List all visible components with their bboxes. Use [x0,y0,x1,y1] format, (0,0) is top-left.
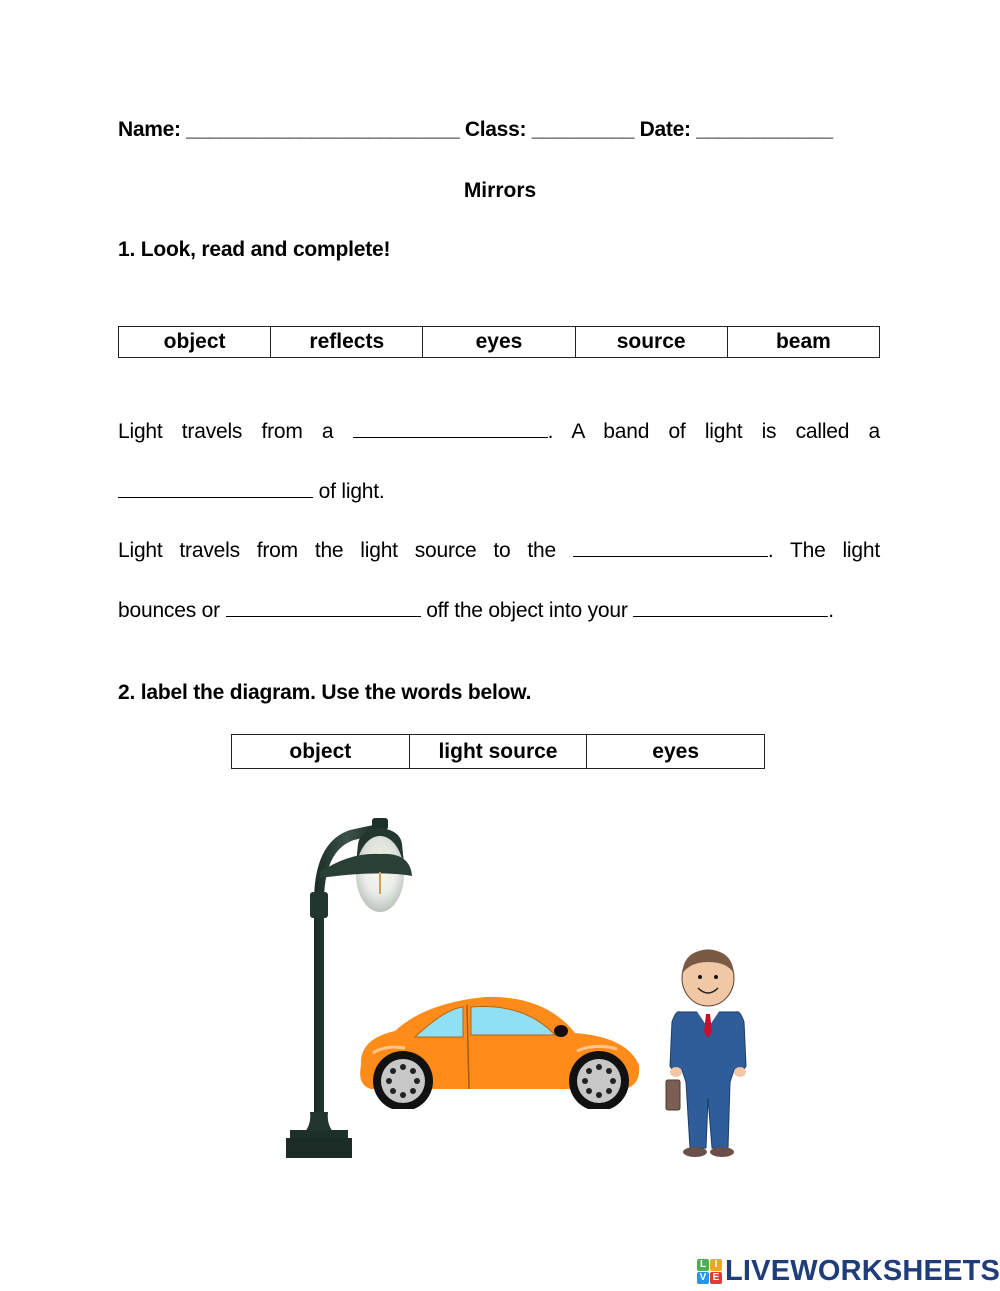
car-icon [360,996,640,1109]
class-field[interactable]: _________ [532,118,635,141]
student-info-line: Name: ________________________ Class: __… [118,118,833,142]
blank-answer-4[interactable] [225,598,421,617]
word-bank-item: object [117,326,272,358]
word-bank-item: beam [726,326,881,358]
logo-letter-e: E [710,1272,722,1284]
word-bank-item: source [574,326,728,358]
sentence-1-line-2: of light. [118,479,880,504]
blank-answer-5[interactable] [633,598,829,617]
section2-heading: 2. label the diagram. Use the words belo… [118,681,532,704]
word-bank-item: object [231,734,410,769]
word-bank-2: object light source eyes [231,734,765,769]
word-bank-item: reflects [270,326,424,358]
word-bank-item: eyes [586,734,765,769]
street-lamp-icon [286,818,412,1158]
man-icon [665,949,747,1157]
sentence-2-line-1: Light travels from the light source to t… [118,538,880,562]
date-field[interactable]: ____________ [696,118,833,141]
live-grid-icon: L I V E [697,1259,722,1284]
sentence-1-line-1: Light travels from a . A band of light i… [118,419,880,443]
sentence-2-line-2: bounces or off the object into your . [118,598,834,622]
logo-letter-l: L [697,1259,709,1271]
worksheet-title: Mirrors [463,179,537,202]
name-label: Name: [118,118,181,141]
name-field[interactable]: ________________________ [186,118,459,141]
date-label: Date: [639,118,691,141]
word-bank-item: eyes [422,326,576,358]
word-bank-item: light source [408,734,588,769]
blank-answer-3[interactable] [572,538,768,557]
liveworksheets-logo: L I V E LIVEWORKSHEETS [697,1255,1000,1288]
section1-heading: 1. Look, read and complete! [118,238,391,261]
logo-letter-v: V [697,1272,709,1284]
logo-letter-i: I [710,1259,722,1271]
blank-answer-1[interactable] [352,419,548,438]
brand-name: LIVEWORKSHEETS [725,1255,1000,1287]
class-label: Class: [464,118,527,141]
word-bank-1: object reflects eyes source beam [117,326,881,358]
blank-answer-2[interactable] [118,479,313,498]
